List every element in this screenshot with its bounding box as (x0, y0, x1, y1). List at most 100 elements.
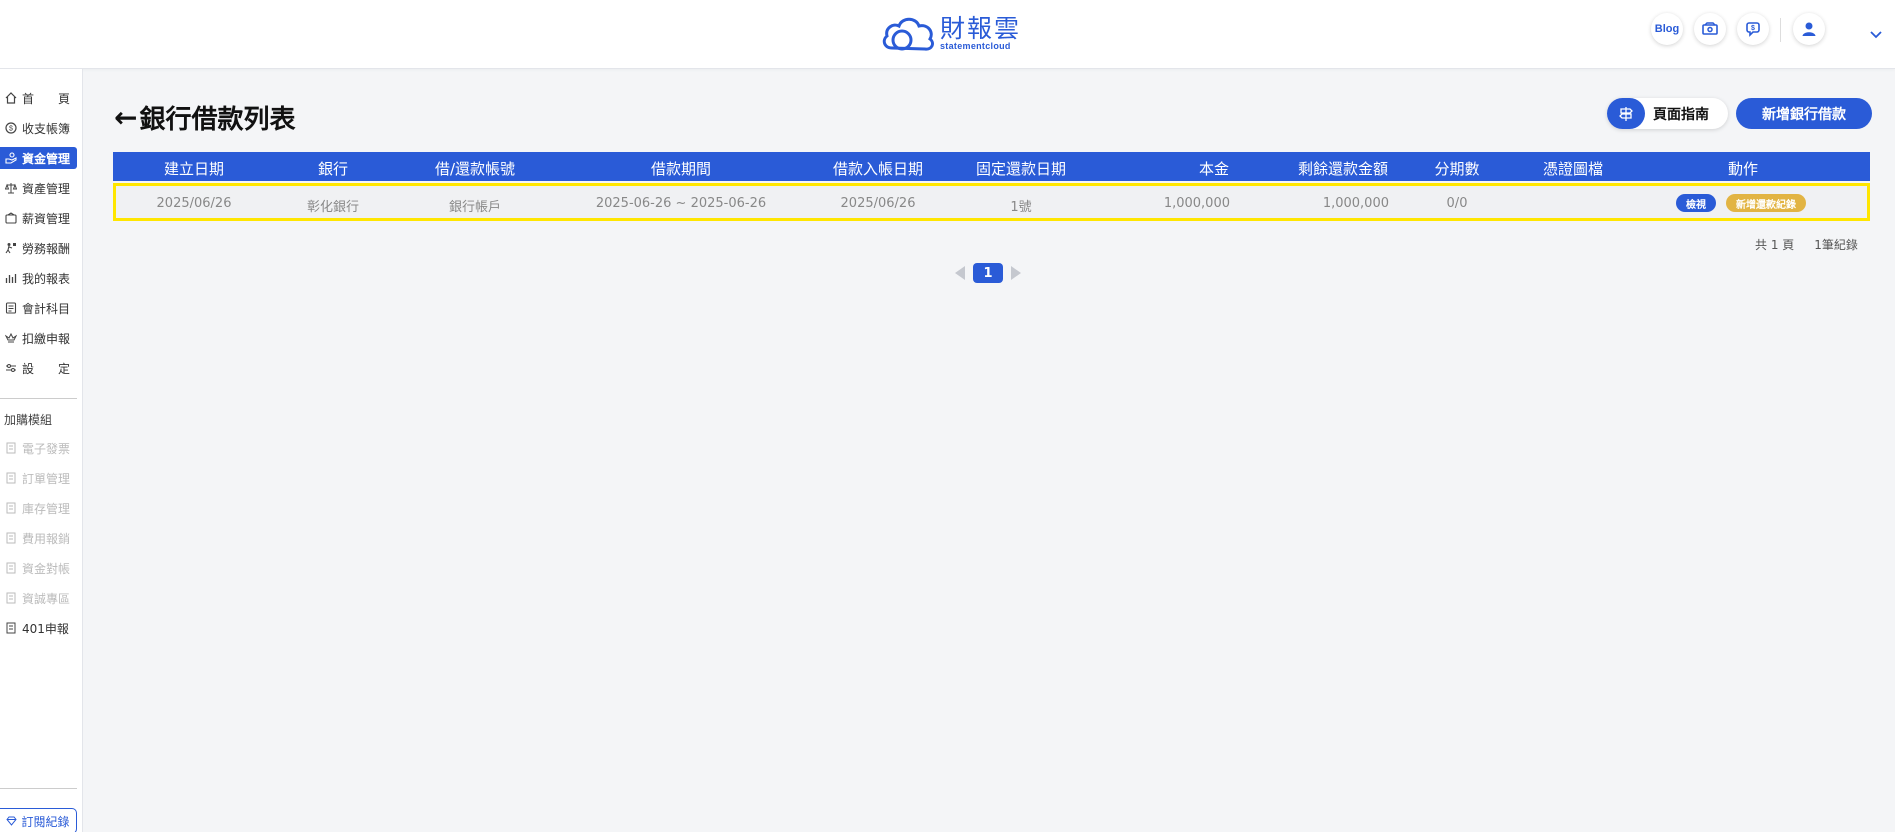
sidebar-item-label: 資誠專區 (22, 591, 71, 606)
pagination-summary: 共 1 頁 1筆紀錄 (1755, 236, 1858, 253)
bar-chart-icon (4, 271, 18, 285)
cell-created-date: 2025/06/26 (156, 196, 232, 211)
sidebar: 首頁 $ 收支帳簿 資金管理 資產管理 薪資管理 勞務報酬 我的報表 會計科目 … (0, 69, 83, 832)
logo-subtitle: statementcloud (940, 40, 1011, 51)
sidebar-addon-pwc[interactable]: 資誠專區 (0, 587, 77, 609)
sidebar-item-label: 我的報表 (22, 271, 71, 286)
logo-title: 財報雲 (940, 13, 1022, 43)
column-header: 借款期間 (650, 160, 712, 178)
column-header: 憑證圖檔 (1542, 160, 1604, 178)
sidebar-addon-orders[interactable]: 訂單管理 (0, 467, 77, 489)
crown-icon (4, 331, 18, 345)
pagination: 1 (955, 263, 1021, 283)
module-lock-icon (4, 531, 18, 545)
cell-bank: 彰化銀行 (306, 200, 360, 215)
subscription-record-label: 訂閱紀錄 (21, 814, 70, 829)
logo[interactable]: 財報雲 statementcloud (880, 10, 1021, 56)
sidebar-item-accounts[interactable]: 會計科目 (0, 297, 77, 319)
sidebar-item-label: 訂單管理 (22, 471, 71, 486)
support-button[interactable]: $ (1737, 13, 1769, 45)
cloud-logo-icon (882, 17, 934, 51)
sidebar-divider (0, 398, 77, 399)
sidebar-item-label-end: 頁 (57, 91, 70, 106)
total-pages: 共 1 頁 (1755, 238, 1795, 252)
addon-section-title: 加購模組 (4, 413, 53, 427)
table-row[interactable]: 2025/06/26 彰化銀行 銀行帳戶 2025-06-26 ~ 2025-0… (113, 183, 1870, 221)
sidebar-item-label: 庫存管理 (22, 501, 71, 516)
cell-repay-day: 1號 (1010, 200, 1032, 215)
subscription-record-button[interactable]: 訂閱紀錄 (0, 808, 77, 832)
sidebar-item-label: 資金對帳 (22, 561, 71, 576)
cell-account: 銀行帳戶 (448, 200, 502, 215)
cell-deposit-date: 2025/06/26 (840, 196, 916, 211)
sidebar-addon-401[interactable]: 401申報 (0, 617, 77, 639)
sidebar-item-reports[interactable]: 我的報表 (0, 267, 77, 289)
add-repayment-button[interactable]: 新增還款紀錄 (1726, 194, 1806, 212)
sidebar-item-label: 401申報 (22, 621, 69, 636)
next-page-icon[interactable] (1011, 266, 1021, 280)
home-icon (4, 91, 18, 105)
sidebar-item-settings[interactable]: 設定 (0, 357, 77, 379)
column-header: 剩餘還款金額 (1297, 160, 1388, 178)
table-header: 建立日期 銀行 借/還款帳號 借款期間 借款入帳日期 固定還款日期 本金 剩餘還… (113, 152, 1870, 181)
blog-button[interactable]: Blog (1651, 13, 1683, 45)
user-menu-toggle[interactable] (1870, 24, 1882, 43)
back-arrow-icon[interactable]: ← (114, 101, 137, 134)
money-button[interactable] (1694, 13, 1726, 45)
module-icon (4, 621, 18, 635)
column-header: 銀行 (317, 160, 349, 178)
signpost-icon (1607, 98, 1645, 129)
page-title: ← 銀行借款列表 (114, 99, 295, 136)
hand-money-icon (4, 151, 18, 165)
user-avatar-button[interactable] (1793, 13, 1825, 45)
worker-icon (4, 241, 18, 255)
coin-icon: $ (4, 121, 18, 135)
sidebar-item-assets[interactable]: 資產管理 (0, 177, 77, 199)
sidebar-addon-inventory[interactable]: 庫存管理 (0, 497, 77, 519)
column-header: 固定還款日期 (975, 160, 1067, 178)
column-header: 本金 (1198, 160, 1229, 178)
sidebar-item-label: 勞務報酬 (22, 241, 71, 256)
scale-icon (4, 181, 18, 195)
sidebar-item-label: 資金管理 (22, 151, 71, 166)
module-lock-icon (4, 471, 18, 485)
sidebar-item-withholding[interactable]: 扣繳申報 (0, 327, 77, 349)
sidebar-item-label: 費用報銷 (22, 531, 71, 546)
sidebar-item-label: 資產管理 (22, 181, 71, 196)
sidebar-addon-reconciliation[interactable]: 資金對帳 (0, 557, 77, 579)
cell-principal: 1,000,000 (1163, 196, 1230, 211)
sidebar-item-funds[interactable]: 資金管理 (0, 147, 77, 169)
prev-page-icon[interactable] (955, 266, 965, 280)
page-guide-button[interactable]: 頁面指南 (1607, 98, 1728, 129)
column-header: 借/還款帳號 (434, 160, 516, 178)
page-title-text: 銀行借款列表 (139, 105, 296, 135)
view-button[interactable]: 檢視 (1676, 194, 1716, 212)
sidebar-item-label: 會計科目 (22, 301, 71, 316)
header-divider (1780, 18, 1781, 42)
sidebar-addon-einvoice[interactable]: 電子發票 (0, 437, 77, 459)
blog-label: Blog (1654, 23, 1680, 35)
sidebar-item-labor[interactable]: 勞務報酬 (0, 237, 77, 259)
sidebar-item-payroll[interactable]: 薪資管理 (0, 207, 77, 229)
sidebar-item-label: 首 (22, 91, 35, 106)
add-bank-loan-button[interactable]: 新增銀行借款 (1736, 98, 1872, 129)
cell-loan-period: 2025-06-26 ~ 2025-06-26 (595, 196, 767, 211)
svg-text:$: $ (1751, 25, 1755, 32)
sidebar-item-label: 電子發票 (22, 441, 71, 456)
column-header: 分期數 (1434, 160, 1480, 178)
page-number-button[interactable]: 1 (973, 263, 1003, 283)
sidebar-item-label: 薪資管理 (22, 211, 71, 226)
sidebar-addon-expenses[interactable]: 費用報銷 (0, 527, 77, 549)
diamond-icon (6, 816, 18, 826)
sidebar-item-label: 扣繳申報 (22, 331, 71, 346)
money-icon (1702, 22, 1718, 35)
module-lock-icon (4, 441, 18, 455)
column-header: 建立日期 (163, 160, 225, 178)
column-header: 動作 (1727, 160, 1759, 178)
sidebar-item-home[interactable]: 首頁 (0, 87, 77, 109)
chevron-down-icon (1870, 31, 1882, 39)
sidebar-item-ledger[interactable]: $ 收支帳簿 (0, 117, 77, 139)
user-icon (1802, 22, 1816, 36)
page-guide-label: 頁面指南 (1653, 106, 1709, 123)
sidebar-item-label: 收支帳簿 (22, 121, 71, 136)
